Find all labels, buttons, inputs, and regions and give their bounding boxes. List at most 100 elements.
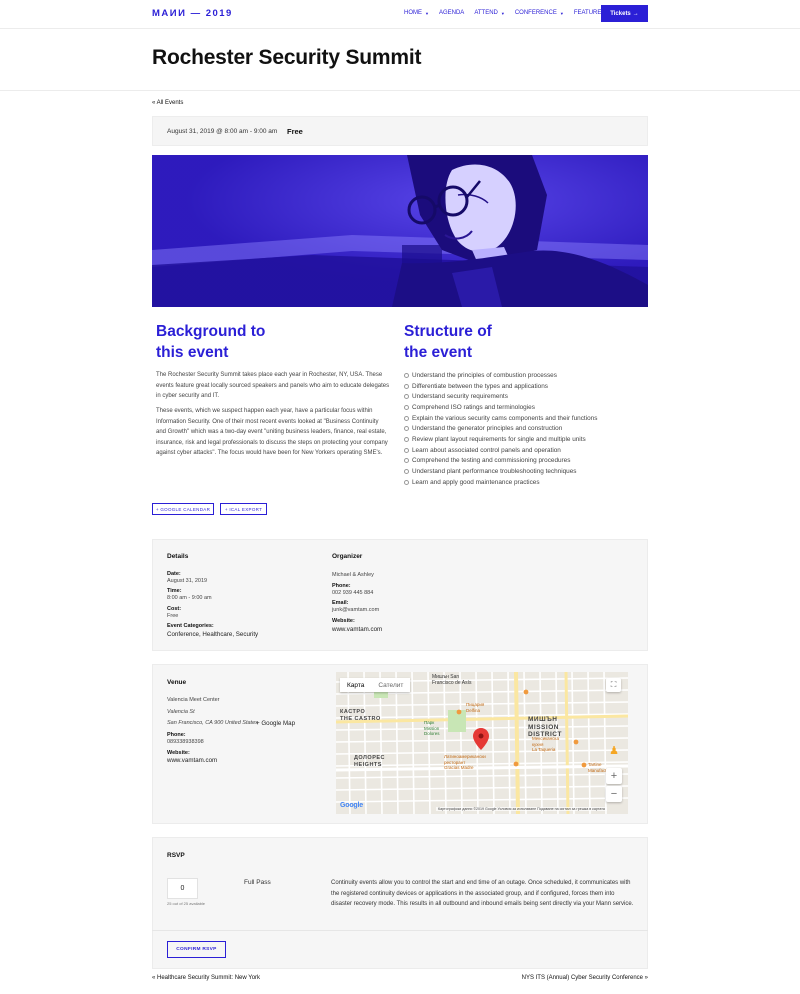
circle-bullet-icon — [404, 383, 409, 389]
next-event-link[interactable]: NYS ITS (Annual) Cyber Security Conferen… — [522, 975, 648, 981]
circle-bullet-icon — [404, 394, 409, 400]
list-item-text: Understand the principles of combustion … — [412, 371, 557, 379]
organizer-phone-value: 002 939 445 884 — [332, 590, 374, 596]
tickets-label: Tickets — [610, 10, 631, 17]
details-date-label: Date: — [167, 571, 181, 577]
details-cost-value: Free — [167, 613, 179, 619]
circle-bullet-icon — [404, 469, 409, 475]
organizer-phone-label: Phone: — [332, 583, 351, 589]
background-heading: Background to this event — [156, 321, 265, 363]
circle-bullet-icon — [404, 479, 409, 485]
nav-item-attend[interactable]: ATTEND ▼ — [474, 10, 505, 16]
details-categories-label: Event Categories: — [167, 623, 214, 629]
map-label-mission: Мишън San Francisco de Asís — [432, 674, 472, 686]
woman-with-glasses-image — [152, 155, 648, 307]
fullscreen-icon[interactable]: ⛶ — [606, 678, 621, 692]
list-item: Understand plant performance troubleshoo… — [404, 466, 597, 477]
nav-item-label: AGENDA — [438, 10, 465, 16]
list-item-text: Understand plant performance troubleshoo… — [412, 468, 577, 476]
zoom-in-icon[interactable]: + — [606, 768, 622, 784]
background-paragraph-1: The Rochester Security Summit takes plac… — [156, 372, 390, 400]
structure-heading-line2: the event — [404, 344, 473, 361]
list-item-text: Explain the various security cams compon… — [412, 414, 598, 422]
details-time-value: 8:00 am - 9:00 am — [167, 595, 212, 601]
divider — [0, 90, 800, 91]
map-tab-satellite[interactable]: Сателит — [371, 678, 410, 692]
page-title: Rochester Security Summit — [152, 46, 422, 69]
organizer-email-label: Email: — [332, 600, 349, 606]
circle-bullet-icon — [404, 426, 409, 432]
nav-item-conference[interactable]: CONFERENCE ▼ — [515, 10, 564, 16]
nav-item-agenda[interactable]: AGENDA — [439, 10, 464, 16]
google-calendar-button[interactable]: + GOOGLE CALENDAR — [152, 503, 214, 515]
chevron-down-icon: ▼ — [425, 10, 429, 16]
list-item-text: Comprehend the testing and commissioning… — [412, 457, 571, 465]
site-header — [0, 0, 800, 29]
organizer-website-label: Website: — [332, 618, 355, 624]
venue-city: San Francisco, CA 900 United States — [167, 720, 258, 726]
google-map-link[interactable]: + Google Map — [256, 720, 295, 727]
nav-item-label: HOME — [404, 10, 422, 16]
venue-title: Venue — [167, 679, 187, 686]
list-item-text: Learn about associated control panels an… — [412, 446, 561, 454]
map-attribution: Картографски данни ©2019 Google Условия … — [436, 807, 607, 811]
street-view-icon[interactable]: ♟ — [608, 742, 620, 758]
list-item: Explain the various security cams compon… — [404, 413, 597, 424]
circle-bullet-icon — [404, 458, 409, 464]
organizer-website-value[interactable]: www.vamtam.com — [332, 626, 382, 633]
arrow-right-icon: → — [632, 10, 639, 17]
map-type-control: Карта Сателит — [340, 678, 411, 692]
details-cost-label: Cost: — [167, 606, 182, 612]
list-item: Understand security requirements — [404, 391, 597, 402]
tickets-button[interactable]: Tickets → — [601, 5, 648, 22]
list-item: Comprehend ISO ratings and terminologies — [404, 402, 597, 413]
circle-bullet-icon — [404, 415, 409, 421]
list-item-text: Review plant layout requirements for sin… — [412, 435, 586, 443]
details-categories-value[interactable]: Conference, Healthcare, Security — [167, 631, 258, 638]
divider — [152, 930, 648, 931]
rsvp-availability: 25 out of 25 available — [167, 901, 206, 906]
event-featured-image — [152, 155, 648, 307]
venue-website-label: Website: — [167, 750, 190, 756]
nav-item-label: ATTEND — [474, 10, 498, 16]
structure-list: Understand the principles of combustion … — [404, 370, 597, 488]
map-label-park: Парк Mission Dolores — [424, 720, 440, 736]
venue-website-value[interactable]: www.vamtam.com — [167, 757, 217, 764]
all-events-link[interactable]: « All Events — [152, 100, 183, 106]
rsvp-ticket-name: Full Pass — [244, 879, 271, 886]
event-date-time: August 31, 2019 @ 8:00 am - 9:00 am — [167, 128, 278, 135]
site-logo[interactable]: MAИИ — 2019 — [152, 8, 233, 19]
list-item-text: Understand the generator principles and … — [412, 425, 563, 433]
chevron-down-icon: ▼ — [559, 10, 564, 16]
rsvp-quantity-input[interactable]: 0 — [167, 878, 198, 899]
circle-bullet-icon — [404, 372, 409, 378]
organizer-email-value[interactable]: junk@vamtam.com — [332, 607, 379, 613]
venue-map[interactable]: Мишън San Francisco de Asís КАСТРО THE C… — [336, 672, 628, 814]
list-item: Understand the generator principles and … — [404, 423, 597, 434]
venue-name: Valencia Meet Center — [167, 697, 220, 703]
map-tab-map[interactable]: Карта — [340, 678, 371, 692]
ical-export-button[interactable]: + ICAL EXPORT — [220, 503, 267, 515]
list-item-text: Comprehend ISO ratings and terminologies — [412, 403, 535, 411]
google-logo: Google — [340, 802, 363, 809]
map-label-castro: КАСТРО THE CASTRO — [340, 709, 381, 722]
main-nav: HOME ▼ AGENDA ATTEND ▼ CONFERENCE ▼ FEATURE… — [404, 10, 612, 16]
list-item-text: Learn and apply good maintenance practic… — [412, 478, 540, 486]
structure-heading: Structure of the event — [404, 321, 492, 363]
venue-phone-label: Phone: — [167, 732, 186, 738]
list-item-text: Differentiate between the types and appl… — [412, 382, 548, 390]
details-title: Details — [167, 553, 189, 560]
nav-item-home[interactable]: HOME ▼ — [404, 10, 429, 16]
structure-heading-line1: Structure of — [404, 323, 492, 340]
previous-event-link[interactable]: « Healthcare Security Summit: New York — [152, 975, 260, 981]
venue-street: Valencia St — [167, 709, 195, 715]
zoom-out-icon[interactable]: − — [606, 786, 622, 802]
confirm-rsvp-button[interactable]: CONFIRM RSVP — [167, 941, 226, 958]
map-label-restaurant: Латиноамерикански ресторант Gracias Madr… — [444, 754, 486, 770]
map-label-pizza: Пицария Delfina — [466, 702, 485, 713]
details-time-label: Time: — [167, 588, 182, 594]
background-heading-line2: this event — [156, 344, 229, 361]
map-canvas[interactable] — [336, 672, 628, 814]
list-item: Comprehend the testing and commissioning… — [404, 456, 597, 467]
details-date-value: August 31, 2019 — [167, 578, 208, 584]
